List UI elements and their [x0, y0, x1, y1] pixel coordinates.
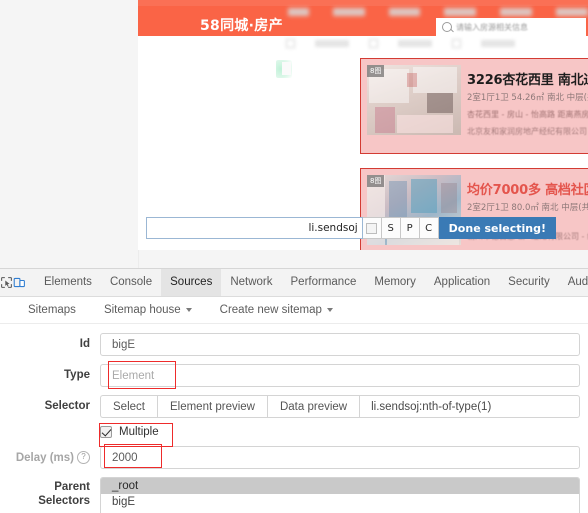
tab-security[interactable]: Security	[499, 269, 559, 296]
form-row-type: Type Element	[0, 361, 588, 389]
browser-page-region: 北京 手机找房 正文找房 交易房源 全景看房 优质房源 58同城·房产 请输入房…	[0, 0, 588, 268]
listing-location: 杏花西里 - 房山 - 怡高路 距离燕房线燕山地铁站1351米	[467, 110, 588, 119]
tab-audits[interactable]: Audi	[559, 269, 588, 296]
menu-sitemaps-label: Sitemaps	[28, 304, 76, 316]
selector-input[interactable]: li.sendsoj	[146, 217, 363, 239]
listing-image-count-badge: 8图	[367, 175, 385, 187]
filter-checkbox[interactable]	[369, 38, 378, 48]
multiple-checkbox-row[interactable]: Multiple	[100, 426, 159, 438]
page-side-widget	[276, 60, 292, 78]
site-header: 北京 手机找房 正文找房 交易房源 全景看房 优质房源 58同城·房产 请输入房…	[138, 6, 588, 36]
parent-option-root[interactable]: _root	[101, 478, 579, 494]
listing-title-text: 3226杏花西里 南北通透 四层 96万 价格	[467, 73, 588, 88]
selector-button-p[interactable]: P	[400, 217, 420, 239]
chevron-down-icon	[326, 308, 333, 312]
parent-selectors-label: Parent Selectors	[0, 477, 100, 508]
listing-subtitle: 2室2厅1卫 80.0㎡ 南北 中层(共17层)	[467, 203, 588, 213]
nav-item[interactable]: 交易房源	[444, 7, 477, 16]
tab-sources[interactable]: Sources	[161, 269, 222, 296]
nav-item[interactable]: 优质房源	[556, 7, 588, 16]
site-search-box[interactable]: 请输入房源相关信息	[436, 18, 586, 36]
multiple-label: Multiple	[119, 426, 159, 438]
parent-label-line2: Selectors	[38, 495, 90, 507]
devtools-tabbar: Elements Console Sources Network Perform…	[0, 269, 588, 297]
listing-title[interactable]: 均价7000多 高档社区景观好房稍纵即逝 交通方	[467, 179, 588, 198]
site-filter-row[interactable]	[286, 38, 586, 48]
site-nav[interactable]: 北京 手机找房 正文找房 交易房源 全景看房 优质房源	[288, 6, 588, 17]
element-preview-button[interactable]: Element preview	[156, 395, 267, 418]
search-placeholder-text: 请输入房源相关信息	[456, 22, 528, 32]
chevron-down-icon	[185, 308, 192, 312]
devtools-panel: Elements Console Sources Network Perform…	[0, 268, 588, 513]
filter-label	[481, 39, 515, 47]
nav-item[interactable]: 正文找房	[388, 7, 421, 16]
site-logo[interactable]: 58同城·房产	[200, 15, 283, 35]
menu-sitemaps[interactable]: Sitemaps	[28, 304, 76, 316]
filter-label	[315, 39, 349, 47]
tab-performance[interactable]: Performance	[282, 269, 366, 296]
element-selector-toolbar[interactable]: li.sendsoj S P C Done selecting!	[146, 217, 556, 239]
id-label: Id	[79, 338, 90, 350]
delay-label-wrap: Delay (ms) ?	[0, 446, 100, 464]
selector-value-input[interactable]: li.sendsoj:nth-of-type(1)	[359, 395, 580, 418]
selector-button-s[interactable]: S	[381, 217, 401, 239]
tab-application[interactable]: Application	[425, 269, 499, 296]
webscraper-menubar: Sitemaps Sitemap house Create new sitema…	[0, 297, 588, 324]
nav-item[interactable]: 手机找房	[332, 7, 365, 16]
page-left-gutter	[0, 0, 139, 268]
delay-input[interactable]: 2000	[100, 446, 580, 469]
screenshot-root: 北京 手机找房 正文找房 交易房源 全景看房 优质房源 58同城·房产 请输入房…	[0, 0, 588, 513]
nav-item[interactable]: 全景看房	[500, 7, 533, 16]
menu-create-new-sitemap-label: Create new sitemap	[219, 304, 322, 316]
listing-image-count-badge: 8图	[367, 65, 385, 77]
tab-console[interactable]: Console	[101, 269, 161, 296]
selector-multiple-checkbox[interactable]	[366, 222, 378, 234]
search-icon	[442, 22, 452, 32]
device-toolbar-button[interactable]	[13, 269, 26, 296]
inspect-element-icon	[1, 277, 12, 288]
form-row-id: Id bigE	[0, 333, 588, 356]
type-select[interactable]: Element	[100, 364, 580, 387]
data-preview-button[interactable]: Data preview	[266, 395, 360, 418]
type-label: Type	[64, 369, 90, 381]
listing-subtitle: 2室1厅1卫 54.26㎡ 南北 中层(共6层)	[467, 93, 588, 103]
device-toolbar-icon	[13, 277, 25, 288]
help-icon[interactable]: ?	[77, 451, 90, 464]
tab-memory[interactable]: Memory	[365, 269, 425, 296]
form-row-delay: Delay (ms) ? 2000	[0, 444, 588, 469]
done-selecting-button[interactable]: Done selecting!	[438, 217, 556, 239]
delay-label: Delay (ms)	[15, 451, 74, 464]
filter-label	[398, 39, 432, 47]
selector-button-c[interactable]: C	[419, 217, 439, 239]
parent-selectors-listbox[interactable]: _root bigE	[100, 477, 580, 513]
selector-edit-form: Id bigE Type Element Selector Select Ele…	[0, 324, 588, 513]
form-row-multiple: Multiple	[0, 423, 588, 447]
menu-create-new-sitemap[interactable]: Create new sitemap	[220, 304, 333, 316]
tab-elements[interactable]: Elements	[35, 269, 101, 296]
form-row-parent-selectors: Parent Selectors _root bigE	[0, 477, 588, 513]
menu-sitemap-house-label: Sitemap house	[103, 304, 181, 316]
filter-checkbox[interactable]	[452, 38, 461, 48]
filter-checkbox[interactable]	[286, 38, 295, 48]
inspect-element-button[interactable]	[0, 269, 13, 296]
id-input[interactable]: bigE	[100, 333, 580, 356]
multiple-checkbox[interactable]	[100, 426, 112, 438]
parent-label-line1: Parent	[54, 481, 90, 493]
selector-label: Selector	[44, 400, 90, 412]
selector-button-group: Select Element preview Data preview li.s…	[100, 395, 580, 418]
listing-card[interactable]: 8图 3226杏花西里 南北通透 四层 96万 价格顶 2室1厅1卫 54.26…	[360, 58, 588, 154]
select-button[interactable]: Select	[100, 395, 157, 418]
menu-sitemap-house[interactable]: Sitemap house	[104, 304, 192, 316]
listing-agent: 北京友和家润房地产经纪有限公司 - 经纪人	[467, 127, 588, 136]
website-58-房产: 北京 手机找房 正文找房 交易房源 全景看房 优质房源 58同城·房产 请输入房…	[138, 0, 588, 250]
parent-option-bigE[interactable]: bigE	[101, 494, 579, 510]
form-row-selector: Selector Select Element preview Data pre…	[0, 395, 588, 418]
tab-network[interactable]: Network	[221, 269, 281, 296]
nav-item[interactable]: 北京	[288, 7, 309, 16]
listing-title[interactable]: 3226杏花西里 南北通透 四层 96万 价格顶	[467, 69, 588, 88]
selector-multiple-checkbox-wrapper[interactable]	[362, 217, 382, 239]
